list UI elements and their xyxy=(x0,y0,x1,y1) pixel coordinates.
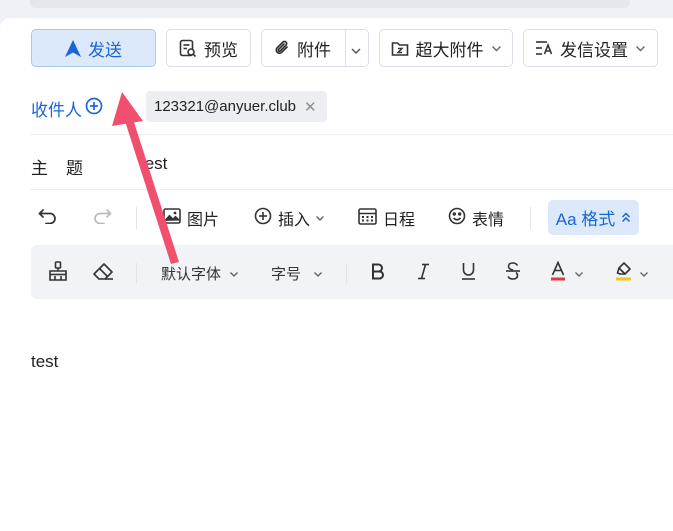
format-label: Aa 格式 xyxy=(555,210,616,229)
big-attach-chevron-icon xyxy=(491,45,502,52)
font-size-value: 字号 xyxy=(271,265,302,283)
strikethrough-icon xyxy=(505,262,521,284)
send-button[interactable]: 发送 xyxy=(31,29,156,67)
font-size-chevron-icon xyxy=(313,265,323,282)
insert-image-button[interactable]: 图片 xyxy=(163,206,219,230)
italic-button[interactable] xyxy=(417,263,430,283)
subject-label: 主题 xyxy=(31,159,101,178)
emoji-button[interactable]: 表情 xyxy=(448,206,504,230)
remove-recipient-close-icon[interactable]: ✕ xyxy=(304,98,317,116)
send-settings-label: 发信设置 xyxy=(560,40,628,60)
add-recipient-icon[interactable] xyxy=(85,97,103,120)
insert-label: 插入 xyxy=(278,212,311,229)
recipient-label: 收件人 xyxy=(31,101,82,120)
subject-input[interactable]: test xyxy=(140,154,167,174)
attach-label: 附件 xyxy=(297,40,331,60)
font-family-value: 默认字体 xyxy=(161,265,222,283)
image-label: 图片 xyxy=(187,212,220,229)
bold-button[interactable] xyxy=(371,263,385,283)
smiley-icon xyxy=(448,207,466,230)
undo-icon xyxy=(38,208,58,229)
attach-split-divider xyxy=(345,29,346,67)
font-family-chevron-icon xyxy=(229,265,239,282)
underline-icon xyxy=(461,262,476,284)
big-attach-button[interactable]: 超大附件 xyxy=(379,29,513,67)
highlight-chevron-icon xyxy=(639,265,649,282)
font-color-button[interactable] xyxy=(550,260,584,285)
attach-dropdown-chevron-icon[interactable] xyxy=(350,42,362,60)
highlighter-icon xyxy=(615,261,632,285)
recipient-chip[interactable]: 123321@anyuer.club ✕ xyxy=(146,91,327,122)
italic-icon xyxy=(417,263,430,284)
top-strip xyxy=(0,0,673,18)
undo-button[interactable] xyxy=(38,206,58,230)
big-attach-label: 超大附件 xyxy=(415,40,484,60)
send-icon xyxy=(65,39,81,57)
insert-chevron-icon xyxy=(315,209,325,227)
emoji-label: 表情 xyxy=(472,212,505,229)
calendar-icon xyxy=(358,207,377,230)
image-icon xyxy=(163,207,181,229)
redo-icon xyxy=(92,208,112,229)
format-divider xyxy=(136,263,137,283)
font-family-select[interactable]: 默认字体 xyxy=(161,263,239,283)
eraser-icon xyxy=(92,262,114,284)
recipient-row: 收件人 xyxy=(31,96,103,121)
preview-icon xyxy=(179,39,197,58)
font-color-icon xyxy=(550,260,566,285)
underline-button[interactable] xyxy=(461,263,476,283)
paperclip-icon xyxy=(274,39,290,57)
format-painter-icon xyxy=(48,261,68,285)
format-toggle-button[interactable]: Aa 格式 xyxy=(548,200,639,235)
subject-divider xyxy=(30,189,673,190)
bold-icon xyxy=(371,263,385,284)
plus-circle-icon xyxy=(254,207,272,230)
insert-menu-button[interactable]: 插入 xyxy=(254,206,325,230)
font-color-chevron-icon xyxy=(574,265,584,282)
toolbar-divider xyxy=(530,207,531,229)
window-tab xyxy=(30,0,630,8)
send-settings-button[interactable]: 发信设置 xyxy=(523,29,658,67)
format-painter-button[interactable] xyxy=(48,261,68,285)
font-size-select[interactable]: 字号 xyxy=(271,263,323,283)
highlight-color-button[interactable] xyxy=(615,261,649,285)
send-settings-chevron-icon xyxy=(635,45,646,52)
send-label: 发送 xyxy=(88,40,122,60)
send-settings-icon xyxy=(535,40,553,56)
big-attach-icon xyxy=(391,40,409,57)
calendar-button[interactable]: 日程 xyxy=(358,206,415,230)
toolbar-divider xyxy=(136,207,137,229)
strikethrough-button[interactable] xyxy=(505,262,521,284)
recipient-chip-address: 123321@anyuer.club xyxy=(154,98,297,115)
preview-button[interactable]: 预览 xyxy=(166,29,251,67)
clear-format-button[interactable] xyxy=(92,263,114,283)
preview-label: 预览 xyxy=(204,40,238,60)
double-chevron-up-icon xyxy=(621,208,631,228)
calendar-label: 日程 xyxy=(383,212,416,229)
message-body[interactable]: test xyxy=(31,352,58,372)
recipient-divider xyxy=(30,134,673,135)
redo-button[interactable] xyxy=(92,206,112,230)
format-divider xyxy=(346,263,347,283)
